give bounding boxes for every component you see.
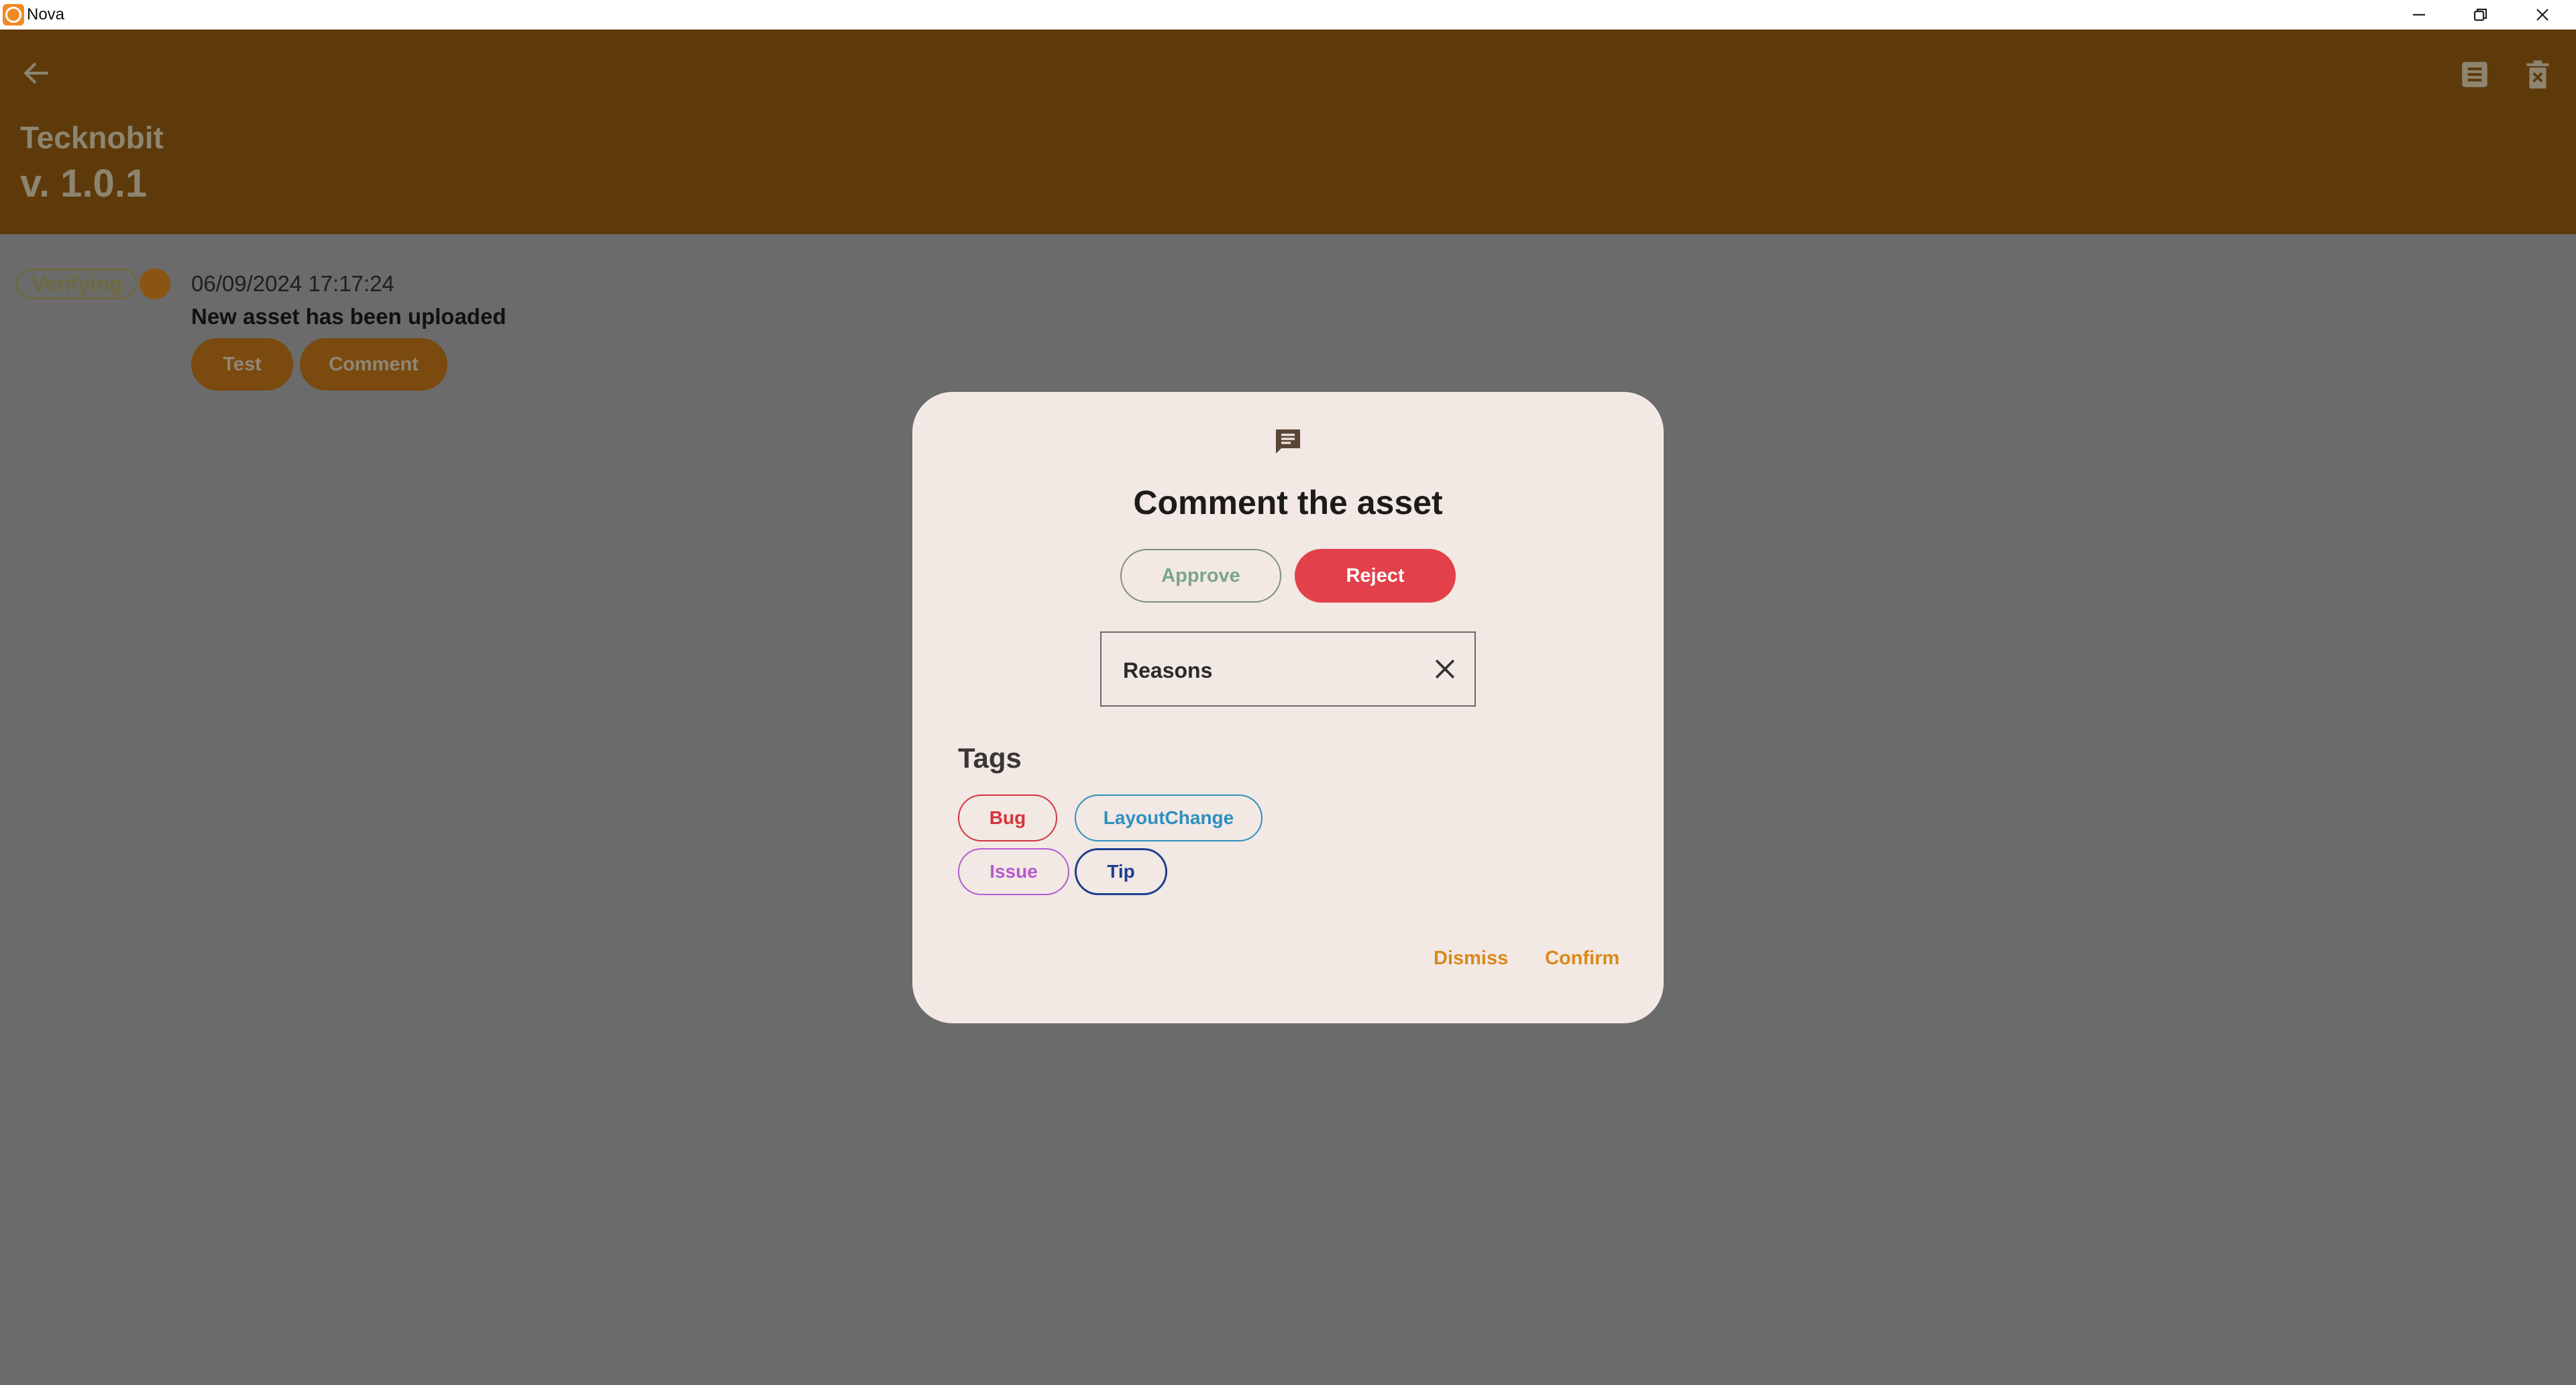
test-button[interactable]: Test (191, 338, 293, 391)
window-title: Nova (27, 5, 65, 23)
minimize-button[interactable] (2388, 0, 2450, 30)
clear-icon[interactable] (1430, 654, 1460, 684)
comment-dialog: Comment the asset Approve Reject Reasons… (912, 392, 1664, 1023)
tag-tip[interactable]: Tip (1075, 848, 1167, 895)
reasons-label: Reasons (1123, 658, 1213, 682)
dismiss-button[interactable]: Dismiss (1434, 947, 1508, 970)
restore-button[interactable] (2450, 0, 2512, 30)
minimize-icon (2413, 13, 2425, 16)
close-icon (2536, 9, 2548, 21)
comment-icon (1276, 429, 1300, 454)
reject-button[interactable]: Reject (1295, 549, 1456, 603)
restore-icon (2473, 8, 2487, 21)
status-badge: Verifying (16, 268, 138, 299)
app-bar: Tecknobit v. 1.0.1 (0, 30, 2576, 234)
tag-issue[interactable]: Issue (958, 848, 1069, 895)
comment-button[interactable]: Comment (300, 338, 447, 391)
tags-title: Tags (958, 742, 1022, 774)
event-timestamp: 06/09/2024 17:17:24 (191, 271, 394, 296)
back-arrow-icon[interactable] (20, 56, 54, 90)
report-icon[interactable] (2458, 58, 2491, 91)
tag-layoutchange[interactable]: LayoutChange (1075, 794, 1263, 841)
app-logo-icon (3, 4, 24, 25)
delete-icon[interactable] (2521, 58, 2555, 91)
app-name: Tecknobit (20, 120, 164, 155)
close-window-button[interactable] (2512, 0, 2573, 30)
dialog-title: Comment the asset (1133, 484, 1443, 521)
approve-button[interactable]: Approve (1120, 549, 1281, 603)
status-indicator-dot (140, 268, 170, 299)
reasons-field[interactable]: Reasons (1100, 631, 1476, 707)
app-version: v. 1.0.1 (20, 162, 148, 205)
tag-bug[interactable]: Bug (958, 794, 1057, 841)
confirm-button[interactable]: Confirm (1545, 947, 1619, 970)
window-titlebar: Nova (0, 0, 2576, 30)
event-message: New asset has been uploaded (191, 304, 506, 329)
